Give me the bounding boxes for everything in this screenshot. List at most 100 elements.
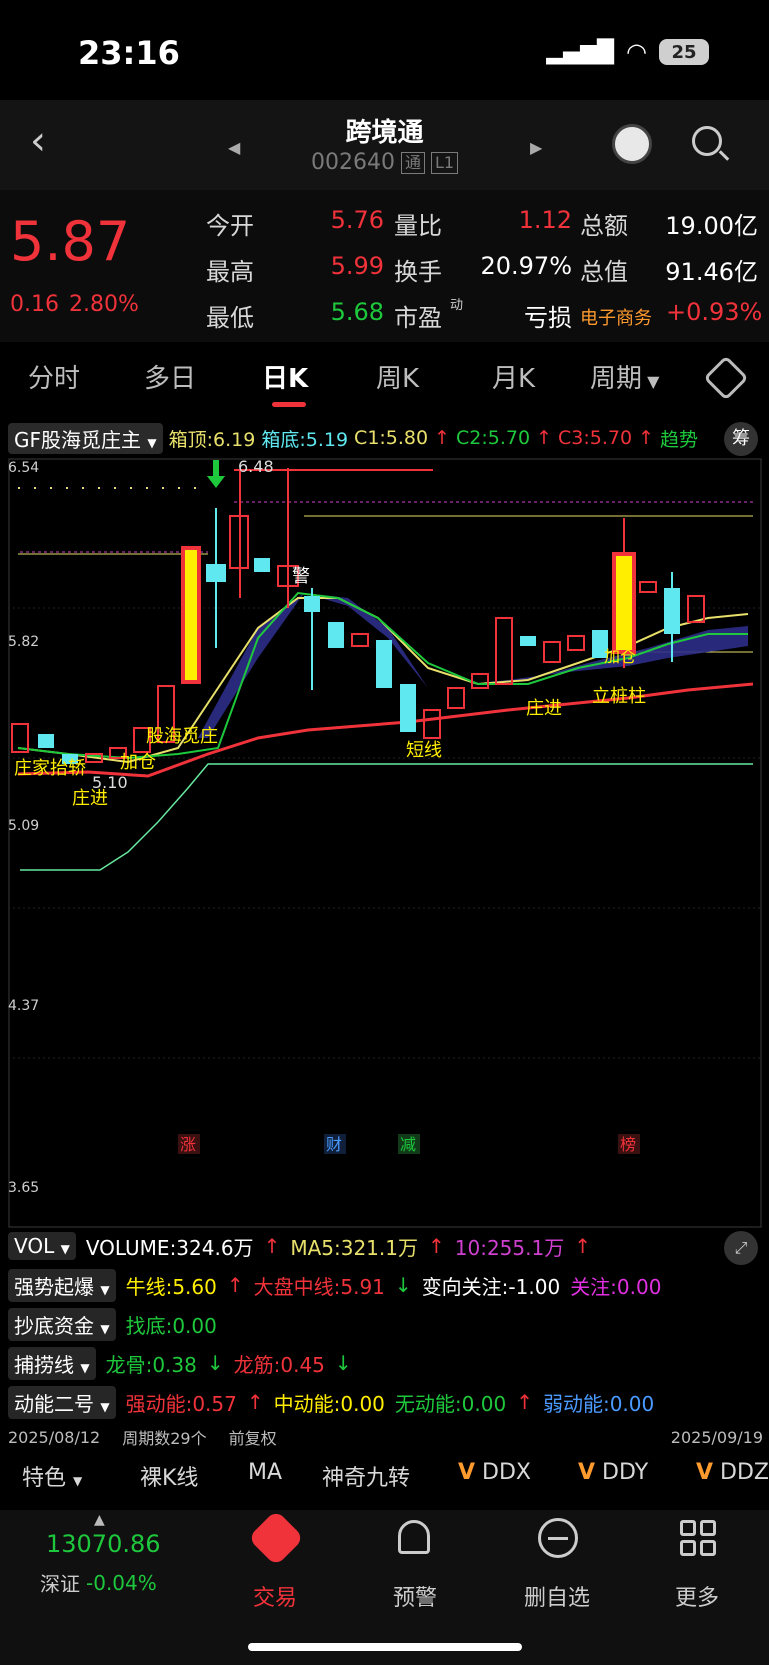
value-high: 5.99 <box>330 252 384 280</box>
axis-label: 5.09 <box>8 818 39 834</box>
marker-label: 榜 <box>620 1135 636 1154</box>
catch-selector-label: 捕捞线 <box>14 1352 74 1377</box>
pe-superscript: 动 <box>450 298 464 313</box>
annotation-label: 庄进 <box>526 698 562 719</box>
indicator-selector-label: GF股海觅庄主 <box>14 427 142 452</box>
marker-label: 减 <box>400 1135 416 1154</box>
up-arrow-icon: ↑ <box>638 427 654 449</box>
down-arrow-icon: ↓ <box>206 1351 224 1375</box>
expand-icon[interactable]: ⤢ <box>724 1231 758 1265</box>
c1-value: C1:5.80 <box>354 427 429 449</box>
candle <box>328 622 344 648</box>
tab-ddy[interactable]: V DDY <box>578 1460 648 1485</box>
vol-ma5: MA5:321.1万 <box>290 1235 418 1260</box>
chevron-down-icon: ▼ <box>80 1360 90 1375</box>
tab-monthly-k[interactable]: 月K <box>492 358 535 395</box>
sector-name[interactable]: 电子商务 <box>580 304 652 330</box>
value-low: 5.68 <box>330 298 384 326</box>
tab-period[interactable]: 周期 ▼ <box>590 358 659 395</box>
tab-ddz[interactable]: V DDZ <box>696 1460 769 1485</box>
home-indicator[interactable] <box>248 1643 522 1651</box>
annotation-label: 加仓 <box>604 647 636 666</box>
index-name: 深证 <box>40 1572 80 1596</box>
tab-ddx[interactable]: V DDX <box>458 1460 531 1485</box>
candle <box>376 640 392 688</box>
index-info[interactable]: 深证 -0.04% <box>40 1568 157 1597</box>
tab-ddx-label: DDX <box>482 1460 531 1485</box>
indicator-selector[interactable]: GF股海觅庄主 ▼ <box>8 422 163 454</box>
tab-ma[interactable]: MA <box>248 1460 282 1485</box>
tab-special-label: 特色 <box>22 1466 67 1491</box>
tab-naked-k[interactable]: 裸K线 <box>140 1460 198 1492</box>
chip-button[interactable]: 筹 <box>724 422 758 456</box>
strong-selector[interactable]: 强势起爆 ▼ <box>8 1268 116 1302</box>
stock-name: 跨境通 <box>345 118 424 148</box>
momentum-selector[interactable]: 动能二号 ▼ <box>8 1385 116 1419</box>
axis-label: 4.37 <box>8 998 39 1014</box>
index-value[interactable]: 13070.86 <box>46 1530 161 1558</box>
tab-intraday[interactable]: 分时 <box>28 358 80 395</box>
value-turnover: 20.97% <box>480 252 572 280</box>
catch-b: 龙筋:0.45 <box>233 1352 325 1377</box>
nav-trade[interactable]: 交易 <box>220 1580 330 1612</box>
high-price-label: 6.48 <box>238 458 274 476</box>
start-date: 2025/08/12 <box>8 1427 101 1447</box>
label-vol-ratio: 量比 <box>394 212 442 240</box>
tab-ddz-label: DDZ <box>720 1460 769 1485</box>
stock-code: 002640 <box>310 150 395 175</box>
candle <box>400 684 416 732</box>
strong-d: 关注:0.00 <box>570 1274 662 1299</box>
wifi-icon: ◠ <box>626 38 647 66</box>
candle <box>639 581 657 593</box>
end-date: 2025/09/19 <box>670 1427 763 1447</box>
tab-multiday[interactable]: 多日 <box>144 358 196 395</box>
value-pe: 亏损 <box>524 304 572 332</box>
vol-selector[interactable]: VOL ▼ <box>8 1232 76 1260</box>
candle <box>687 595 705 623</box>
robot-icon[interactable] <box>612 124 652 164</box>
settings-icon[interactable] <box>703 355 749 401</box>
tab-magic-nine[interactable]: 神奇九转 <box>322 1460 410 1492</box>
bell-icon[interactable] <box>398 1520 430 1554</box>
axis-label: 3.65 <box>8 1180 39 1196</box>
vip-icon: V <box>458 1460 476 1485</box>
candle <box>471 673 489 689</box>
tab-special[interactable]: 特色 ▼ <box>22 1460 82 1492</box>
candle <box>351 633 369 647</box>
chevron-down-icon: ▼ <box>60 1242 70 1256</box>
support-line <box>20 763 753 871</box>
down-arrow-icon: ↓ <box>334 1351 352 1375</box>
kline-chart[interactable]: 6.54 5.82 5.09 4.37 3.65 6.48 5.10 庄家抬轿 … <box>8 458 763 1228</box>
nav-remove-watchlist[interactable]: 删自选 <box>502 1580 612 1612</box>
last-price: 5.87 <box>10 210 131 273</box>
strong-selector-label: 强势起爆 <box>14 1274 94 1299</box>
box-bottom: 箱底:5.19 <box>261 428 349 451</box>
up-arrow-icon: ↑ <box>246 1390 264 1414</box>
indicator-header: GF股海觅庄主 ▼ 箱顶:6.19 箱底:5.19 C1:5.80 ↑ C2:5.… <box>0 420 769 456</box>
tab-daily-k[interactable]: 日K <box>262 358 308 395</box>
candles <box>11 468 705 764</box>
grid-cell <box>700 1540 716 1556</box>
value-open: 5.76 <box>330 206 384 234</box>
vol-row: VOL ▼ VOLUME:324.6万 ↑ MA5:321.1万 ↑ 10:255.… <box>8 1229 591 1263</box>
chevron-down-icon: ▼ <box>100 1399 110 1414</box>
candle <box>664 588 680 634</box>
label-open: 今开 <box>206 212 254 240</box>
value-vol-ratio: 1.12 <box>518 206 572 234</box>
catch-selector[interactable]: 捕捞线 ▼ <box>8 1346 96 1380</box>
volume-value: VOLUME:324.6万 <box>85 1235 254 1260</box>
chevron-down-icon: ▼ <box>100 1282 110 1297</box>
search-icon[interactable] <box>692 126 722 156</box>
chevron-down-icon: ▼ <box>147 435 157 450</box>
nav-more[interactable]: 更多 <box>642 1580 752 1612</box>
tab-weekly-k[interactable]: 周K <box>376 358 419 395</box>
nav-alert[interactable]: 预警 <box>360 1580 470 1612</box>
bottom-fund-selector[interactable]: 抄底资金 ▼ <box>8 1307 116 1341</box>
index-change: -0.04% <box>86 1570 157 1595</box>
grid-icon[interactable] <box>680 1520 716 1556</box>
label-market-cap: 总值 <box>580 258 628 286</box>
up-arrow-icon: ↑ <box>516 1390 533 1414</box>
momentum-selector-label: 动能二号 <box>14 1391 94 1416</box>
sector-change: +0.93% <box>666 298 763 326</box>
remove-icon-bar <box>548 1537 568 1540</box>
